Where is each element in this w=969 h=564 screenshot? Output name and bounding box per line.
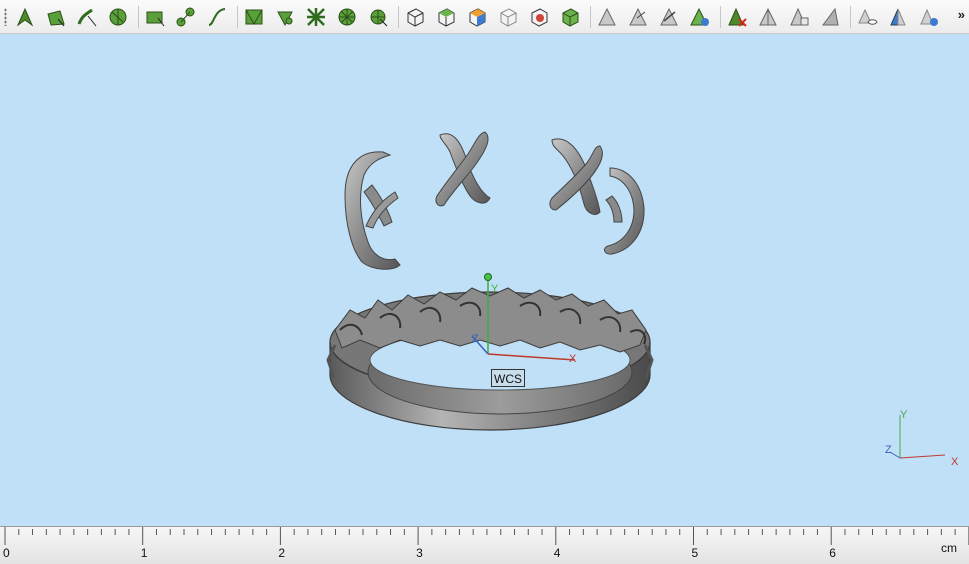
ornament-center-x[interactable] — [435, 131, 491, 207]
ruler-tick-label: 1 — [140, 546, 148, 560]
select-face-button[interactable] — [43, 4, 69, 30]
circle-divide-button[interactable] — [334, 4, 360, 30]
select-icon — [16, 7, 34, 27]
cube-top-button[interactable] — [433, 4, 459, 30]
pyramid-select-button[interactable] — [594, 4, 620, 30]
fan-button[interactable] — [272, 4, 298, 30]
pyramid-copy-icon — [790, 7, 809, 26]
cube-green-icon — [562, 8, 579, 27]
wcs-z-label: Z — [472, 333, 479, 345]
pyramid-globe-icon — [690, 7, 709, 26]
cube-top-icon — [438, 8, 455, 27]
rectangle-icon — [146, 11, 165, 27]
pyramid-globe-button[interactable] — [687, 4, 713, 30]
curve-button[interactable] — [204, 4, 230, 30]
delete-button[interactable] — [724, 4, 750, 30]
cube-target-icon — [531, 8, 548, 27]
cube-front-icon — [407, 8, 424, 27]
toolbar-grip[interactable] — [4, 8, 7, 26]
pyramid-shade-button[interactable] — [817, 4, 843, 30]
grid-select-button[interactable] — [241, 4, 267, 30]
cube-side-icon — [469, 8, 486, 27]
pyramid-select-icon — [598, 7, 616, 26]
delete-icon — [728, 7, 747, 27]
eye-show-icon — [920, 8, 938, 26]
cross-pattern-icon — [307, 8, 325, 26]
pyramid-split-button[interactable] — [755, 4, 781, 30]
toolbar-separator — [237, 6, 238, 28]
curve-icon — [208, 8, 226, 26]
triad-x-label: X — [951, 456, 959, 468]
cross-pattern-button[interactable] — [303, 4, 329, 30]
ruler-tick-label: 3 — [416, 546, 423, 560]
cube-side-button[interactable] — [464, 4, 490, 30]
ruler-unit: cm — [941, 541, 957, 555]
cube-green-button[interactable] — [557, 4, 583, 30]
main-toolbar: » — [0, 0, 969, 34]
ring-band[interactable] — [326, 287, 654, 431]
circle-divide-icon — [338, 8, 356, 26]
select-curve-button[interactable] — [74, 4, 100, 30]
eye-show-button[interactable] — [916, 4, 942, 30]
wheel-button[interactable] — [365, 4, 391, 30]
toolbar-overflow-button[interactable]: » — [958, 7, 965, 22]
select-face-icon — [47, 10, 65, 27]
ruler-tick-label: 4 — [553, 546, 561, 560]
eye-hide-icon — [858, 8, 878, 25]
cube-target-button[interactable] — [526, 4, 552, 30]
node-edit-icon — [176, 7, 195, 27]
eye-layers-icon — [890, 8, 906, 26]
ruler-tick-label: 6 — [829, 546, 836, 560]
wcs-x-label: X — [569, 353, 577, 365]
wcs-y-label: Y — [491, 283, 499, 295]
pyramid-split-icon — [759, 7, 777, 26]
node-edit-button[interactable] — [173, 4, 199, 30]
toolbar-separator — [720, 6, 721, 28]
select-solid-button[interactable] — [105, 4, 131, 30]
3d-viewport[interactable]: WCS Y X Z Y X Z — [0, 35, 969, 526]
wheel-icon — [370, 9, 388, 27]
fan-icon — [277, 11, 293, 27]
rectangle-button[interactable] — [142, 4, 168, 30]
select-button[interactable] — [12, 4, 38, 30]
toolbar-separator — [850, 6, 851, 28]
pyramid-edit-icon — [629, 7, 647, 26]
ruler: 0 1 2 3 4 5 6 cm — [0, 526, 969, 564]
triad-z-label: Z — [885, 444, 892, 456]
pyramid-arrow-button[interactable] — [656, 4, 682, 30]
ruler-tick-label: 2 — [278, 546, 286, 560]
cube-wire-icon — [500, 8, 517, 27]
select-curve-icon — [77, 8, 97, 27]
toolbar-separator — [398, 6, 399, 28]
eye-hide-button[interactable] — [854, 4, 880, 30]
toolbar-separator — [138, 6, 139, 28]
ornament-left[interactable] — [344, 151, 401, 270]
cube-wire-button[interactable] — [495, 4, 521, 30]
scene — [326, 131, 946, 459]
eye-layers-button[interactable] — [885, 4, 911, 30]
wcs-label: WCS — [491, 369, 525, 387]
pyramid-copy-button[interactable] — [786, 4, 812, 30]
toolbar-separator — [590, 6, 591, 28]
pyramid-shade-icon — [822, 7, 839, 26]
pyramid-arrow-icon — [660, 7, 678, 26]
cube-front-button[interactable] — [402, 4, 428, 30]
orientation-triad — [889, 415, 946, 459]
ruler-tick-label: 0 — [3, 546, 10, 560]
ornament-right[interactable] — [604, 167, 645, 255]
triad-y-label: Y — [900, 409, 908, 421]
ornament-right-x[interactable] — [549, 138, 603, 215]
ruler-ticks — [4, 527, 969, 545]
ruler-tick-label: 5 — [691, 546, 699, 560]
grid-select-icon — [245, 9, 263, 26]
pyramid-edit-button[interactable] — [625, 4, 651, 30]
select-solid-icon — [109, 8, 127, 26]
